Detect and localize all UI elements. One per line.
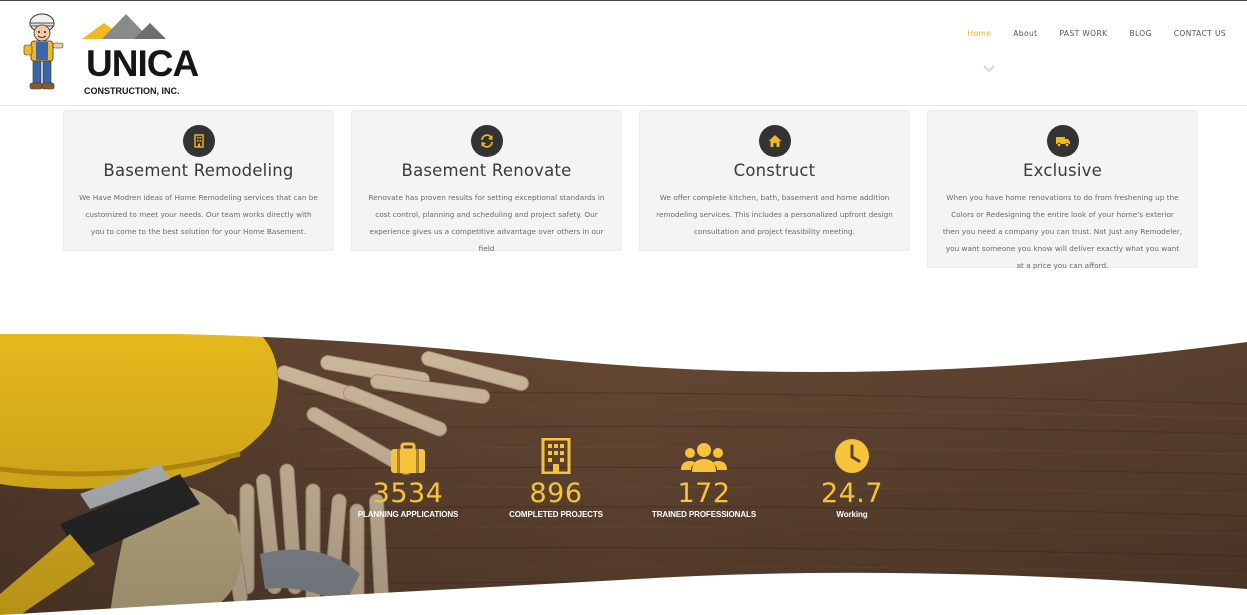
site-header: UNICA CONSTRUCTION, INC. Home About PAST…	[0, 1, 1247, 106]
stat-label: Working	[836, 510, 868, 519]
refresh-icon	[470, 125, 503, 157]
stat-label: PLANNING APPLICATIONS	[357, 510, 459, 519]
service-title: Basement Remodeling	[103, 161, 294, 180]
service-title: Construct	[733, 161, 816, 180]
users-icon	[634, 438, 774, 474]
nav-item-contact-us[interactable]: CONTACT US	[1163, 29, 1237, 39]
service-title: Exclusive	[1023, 161, 1102, 180]
stat-value: 24.7	[820, 478, 884, 509]
brand-logo[interactable]: UNICA CONSTRUCTION, INC.	[22, 11, 199, 96]
nav-item-blog[interactable]: BLOG	[1118, 29, 1162, 39]
truck-icon	[1046, 125, 1079, 157]
stat-value: 3534	[372, 478, 444, 509]
service-title: Basement Renovate	[401, 161, 572, 180]
stat-item: 172 TRAINED PROFESSIONALS	[634, 438, 774, 520]
stat-value: 896	[529, 478, 583, 509]
building-icon	[486, 438, 626, 474]
stat-item: 896 COMPLETED PROJECTS	[486, 438, 626, 520]
stat-item: 3534 PLANNING APPLICATIONS	[338, 438, 478, 520]
main-nav: Home About PAST WORK BLOG CONTACT US	[957, 29, 1237, 39]
service-text: Renovate has proven results for setting …	[368, 193, 605, 253]
nav-item-about[interactable]: About	[1002, 29, 1048, 39]
service-text: When you have home renovations to do fro…	[942, 193, 1183, 270]
brand-subtitle: CONSTRUCTION, INC.	[84, 86, 180, 96]
service-card: Exclusive When you have home renovations…	[927, 110, 1198, 270]
clock-icon	[782, 438, 922, 474]
nav-item-home[interactable]: Home	[957, 29, 1003, 39]
stats-section: 3534 PLANNING APPLICATIONS 896 COMPLETED…	[0, 334, 1247, 615]
service-text: We Have Modren ideas of Home Remodeling …	[79, 193, 318, 236]
stat-item: 24.7 Working	[782, 438, 922, 520]
nav-item-past-work[interactable]: PAST WORK	[1048, 29, 1118, 39]
service-card: Construct We offer complete kitchen, bat…	[639, 110, 910, 251]
chevron-down-icon[interactable]	[981, 63, 997, 75]
service-text: We offer complete kitchen, bath, basemen…	[656, 193, 893, 236]
briefcase-icon	[338, 438, 478, 474]
brand-name: UNICA	[86, 43, 199, 84]
home-icon	[758, 125, 791, 157]
building-icon	[182, 125, 215, 157]
service-card: Basement Renovate Renovate has proven re…	[351, 110, 622, 253]
service-card: Basement Remodeling We Have Modren ideas…	[63, 110, 334, 251]
stat-label: COMPLETED PROJECTS	[509, 510, 603, 519]
stat-value: 172	[677, 478, 731, 509]
stat-label: TRAINED PROFESSIONALS	[651, 510, 757, 519]
